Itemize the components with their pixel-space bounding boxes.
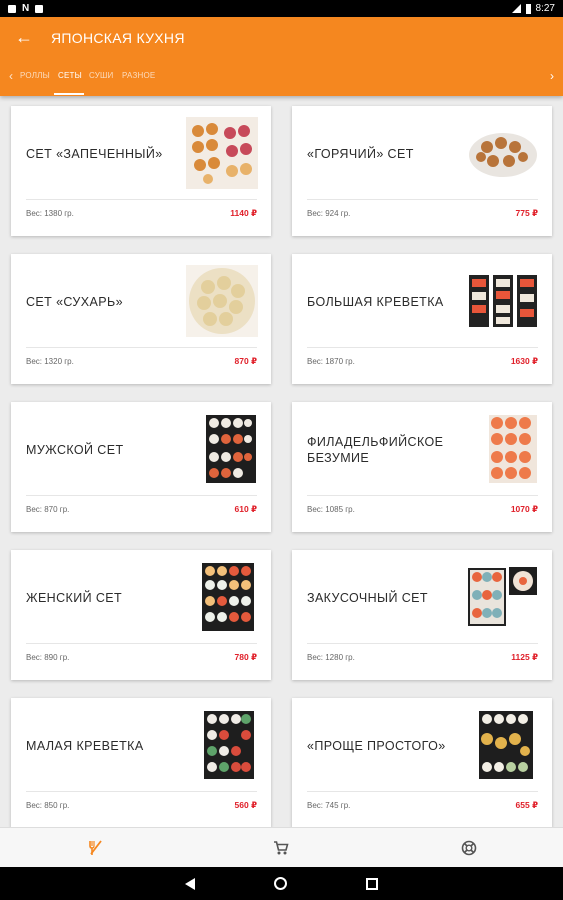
system-back-icon[interactable]	[185, 878, 195, 890]
set-simple-photo	[467, 709, 539, 781]
product-name: МАЛАЯ КРЕВЕТКА	[26, 738, 144, 753]
divider	[26, 199, 257, 200]
app-bar: ← ЯПОНСКАЯ КУХНЯ ‹ РОЛЛЫ СЕТЫ СУШИ РАЗНО…	[0, 17, 563, 96]
product-price: 1140 ₽	[230, 208, 257, 218]
product-grid: СЕТ «ЗАПЕЧЕННЫЙ» Вес: 1380 гр. 1140 ₽ «Г…	[0, 96, 563, 827]
page-title: ЯПОНСКАЯ КУХНЯ	[51, 30, 185, 46]
system-recents-icon[interactable]	[366, 878, 378, 890]
status-time: 8:27	[535, 3, 555, 14]
product-weight: Вес: 890 гр.	[26, 653, 70, 662]
tabs-scroll-right-icon[interactable]: ›	[545, 69, 559, 83]
product-card[interactable]: «ГОРЯЧИЙ» СЕТ Вес: 924 гр. 775 ₽	[292, 106, 552, 236]
product-weight: Вес: 1280 гр.	[307, 653, 355, 662]
product-card[interactable]: ЖЕНСКИЙ СЕТ Вес: 890 гр. 780 ₽	[11, 550, 271, 680]
product-price: 655 ₽	[515, 800, 538, 810]
cart-icon[interactable]	[272, 839, 290, 857]
battery-icon	[525, 3, 531, 14]
product-card[interactable]: СЕТ «ЗАПЕЧЕННЫЙ» Вес: 1380 гр. 1140 ₽	[11, 106, 271, 236]
product-weight: Вес: 1380 гр.	[26, 209, 74, 218]
back-arrow-icon[interactable]: ←	[14, 27, 34, 47]
product-price: 560 ₽	[234, 800, 257, 810]
product-name: ЗАКУСОЧНЫЙ СЕТ	[307, 590, 428, 605]
set-sukhar-photo	[186, 265, 258, 337]
product-card[interactable]: МУЖСКОЙ СЕТ Вес: 870 гр. 610 ₽	[11, 402, 271, 532]
set-baked-photo	[186, 117, 258, 189]
notification-icon	[35, 4, 44, 13]
utensils-icon[interactable]	[86, 839, 104, 857]
product-weight: Вес: 870 гр.	[26, 505, 70, 514]
set-snack-photo	[467, 561, 539, 633]
divider	[307, 347, 538, 348]
product-card[interactable]: БОЛЬШАЯ КРЕВЕТКА Вес: 1870 гр. 1630 ₽	[292, 254, 552, 384]
divider	[307, 199, 538, 200]
tab-misc[interactable]: РАЗНОЕ	[122, 71, 155, 80]
product-price: 1070 ₽	[510, 504, 538, 514]
product-weight: Вес: 1085 гр.	[307, 505, 355, 514]
tab-indicator	[54, 93, 84, 95]
signal-icon	[511, 4, 521, 13]
tab-sushi[interactable]: СУШИ	[89, 71, 113, 80]
notification-icon	[8, 4, 16, 13]
product-price: 1630 ₽	[510, 356, 538, 366]
product-price: 775 ₽	[515, 208, 538, 218]
product-weight: Вес: 745 гр.	[307, 801, 351, 810]
n-notification-icon: N	[22, 3, 30, 14]
status-bar: N 8:27	[0, 0, 563, 17]
product-card[interactable]: МАЛАЯ КРЕВЕТКА Вес: 850 гр. 560 ₽	[11, 698, 271, 827]
divider	[26, 495, 257, 496]
product-price: 610 ₽	[234, 504, 257, 514]
product-price: 780 ₽	[234, 652, 257, 662]
divider	[307, 791, 538, 792]
product-card[interactable]: «ПРОЩЕ ПРОСТОГО» Вес: 745 гр. 655 ₽	[292, 698, 552, 827]
divider	[26, 791, 257, 792]
product-weight: Вес: 1320 гр.	[26, 357, 74, 366]
product-name: «ПРОЩЕ ПРОСТОГО»	[307, 738, 446, 753]
product-name: ФИЛАДЕЛЬФИЙСКОЕ БЕЗУМИЕ	[307, 434, 444, 465]
product-price: 870 ₽	[234, 356, 257, 366]
product-price: 1125 ₽	[511, 652, 538, 662]
divider	[307, 643, 538, 644]
product-card[interactable]: ЗАКУСОЧНЫЙ СЕТ Вес: 1280 гр. 1125 ₽	[292, 550, 552, 680]
system-home-icon[interactable]	[274, 877, 287, 890]
set-womens-photo	[186, 561, 258, 633]
bottom-navigation	[0, 827, 563, 867]
set-hot-photo	[467, 117, 539, 189]
product-weight: Вес: 850 гр.	[26, 801, 70, 810]
product-card[interactable]: СЕТ «СУХАРЬ» Вес: 1320 гр. 870 ₽	[11, 254, 271, 384]
product-weight: Вес: 1870 гр.	[307, 357, 355, 366]
product-name: СЕТ «ЗАПЕЧЕННЫЙ»	[26, 146, 163, 161]
product-name: СЕТ «СУХАРЬ»	[26, 294, 123, 309]
divider	[307, 495, 538, 496]
set-mens-photo	[186, 413, 258, 485]
product-name: ЖЕНСКИЙ СЕТ	[26, 590, 123, 605]
tab-rolls[interactable]: РОЛЛЫ	[20, 71, 50, 80]
product-card[interactable]: ФИЛАДЕЛЬФИЙСКОЕ БЕЗУМИЕ Вес: 1085 гр. 10…	[292, 402, 552, 532]
tab-sets[interactable]: СЕТЫ	[58, 71, 82, 80]
lifebuoy-icon[interactable]	[460, 839, 478, 857]
tabs-scroll-left-icon[interactable]: ‹	[4, 69, 18, 83]
set-big-shrimp-photo	[467, 265, 539, 337]
product-name: МУЖСКОЙ СЕТ	[26, 442, 124, 457]
product-weight: Вес: 924 гр.	[307, 209, 351, 218]
category-tabs: ‹ РОЛЛЫ СЕТЫ СУШИ РАЗНОЕ ›	[0, 65, 563, 96]
divider	[26, 347, 257, 348]
product-name: «ГОРЯЧИЙ» СЕТ	[307, 146, 414, 161]
set-philadelphia-photo	[467, 413, 539, 485]
set-small-shrimp-photo	[186, 709, 258, 781]
product-name: БОЛЬШАЯ КРЕВЕТКА	[307, 294, 444, 309]
divider	[26, 643, 257, 644]
system-navigation-bar	[0, 867, 563, 900]
